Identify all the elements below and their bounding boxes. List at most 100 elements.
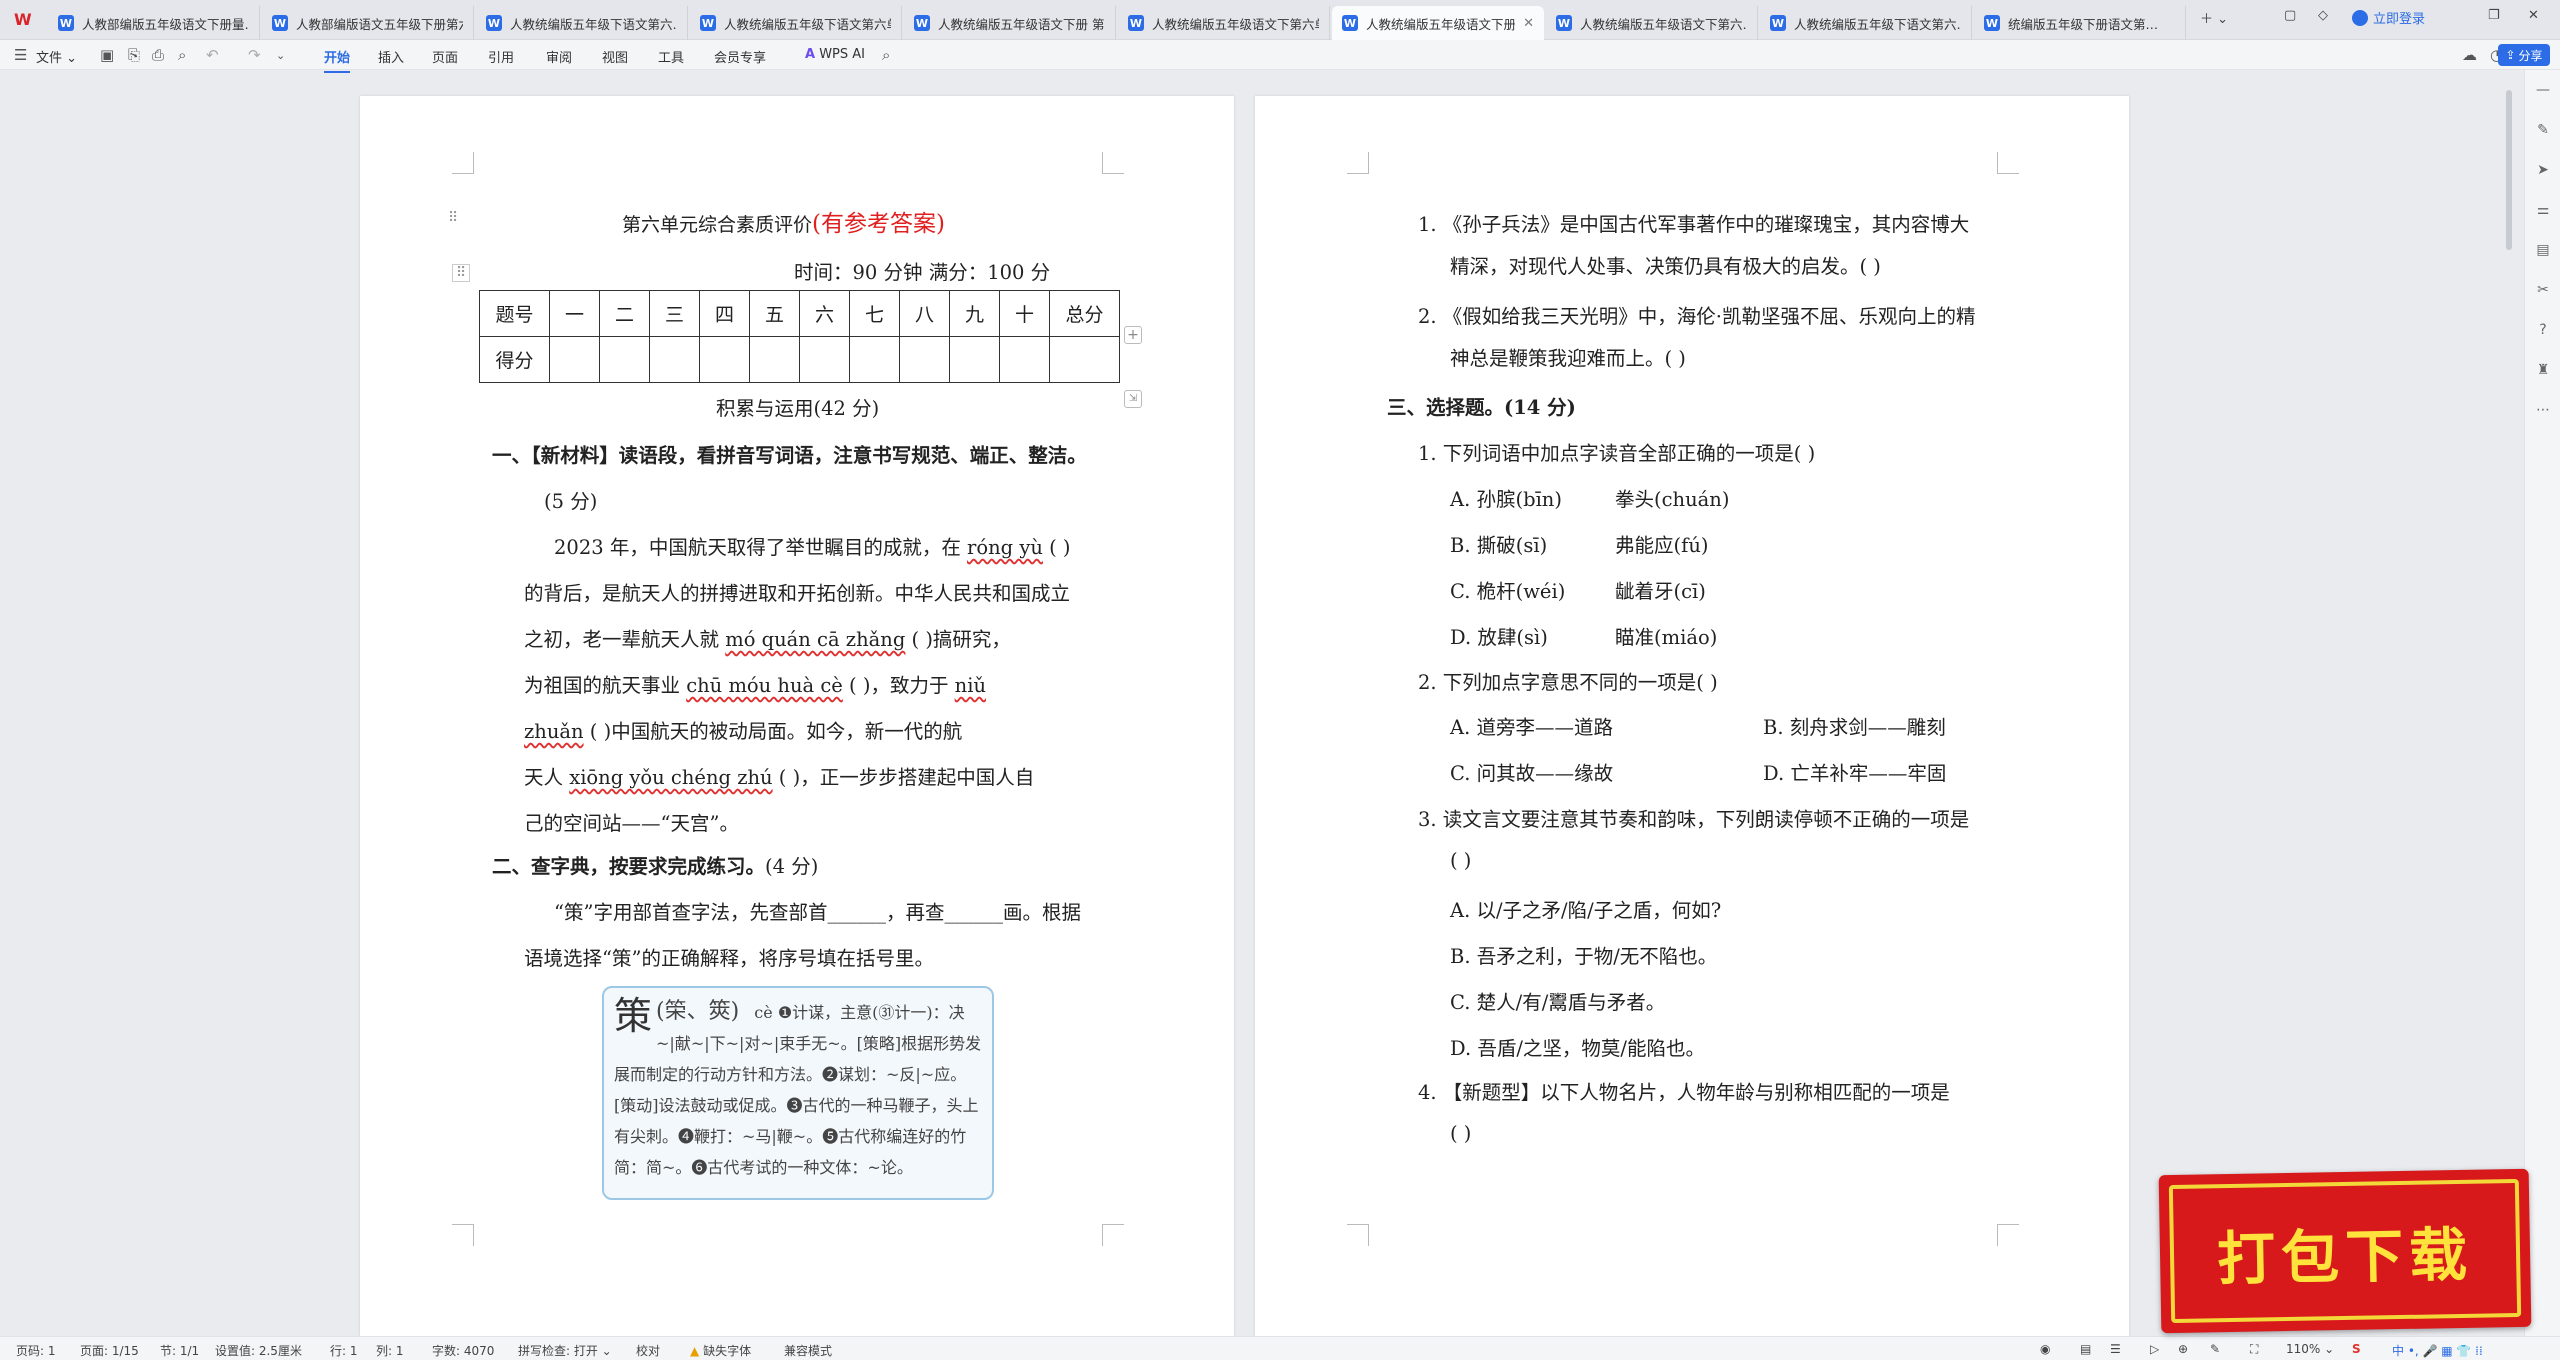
status-page-code[interactable]: 页码: 1 [16, 1342, 56, 1359]
search-icon[interactable]: ⌕ [882, 46, 890, 64]
status-proofread[interactable]: 校对 [636, 1342, 660, 1359]
score-cell[interactable] [649, 336, 700, 383]
tab-label: 人教统编版五年级语文下册 第6… [938, 16, 1105, 32]
page-view-icon[interactable]: ▤ [2080, 1342, 2091, 1356]
pinyin-prompt: niǔ [954, 674, 987, 697]
image-icon[interactable]: ▤ [2534, 242, 2552, 260]
print-preview-icon[interactable]: ⌕ [178, 46, 186, 64]
adjust-icon[interactable]: ⚌ [2534, 202, 2552, 220]
score-cell[interactable] [849, 336, 900, 383]
document-tab[interactable]: W 统编版五年级下册语文第… [1974, 6, 2186, 40]
menu-tab[interactable]: 视图 [602, 47, 628, 66]
add-column-icon[interactable]: + [1124, 326, 1142, 344]
export-pdf-icon[interactable]: ⎘ [128, 46, 140, 64]
score-table-header-cell: 三 [649, 290, 700, 337]
close-window-icon[interactable]: ✕ [2528, 8, 2539, 23]
outline-view-icon[interactable]: ☰ [2110, 1342, 2121, 1356]
share-button[interactable]: ⇪ 分享 [2498, 44, 2550, 66]
zoom-level[interactable]: 110% ⌄ [2286, 1342, 2334, 1356]
score-cell[interactable] [949, 336, 1000, 383]
drag-handle-icon[interactable]: ⠿ [448, 210, 458, 226]
document-tab[interactable]: W 人教统编版五年级下语文第六单… [690, 6, 902, 40]
write-mode-icon[interactable]: ✎ [2210, 1342, 2220, 1356]
close-tab-icon[interactable]: ✕ [1523, 16, 1534, 31]
table-handle-icon[interactable]: ⠿ [452, 264, 471, 282]
play-icon[interactable]: ▷ [2150, 1342, 2159, 1356]
status-page[interactable]: 页面: 1/15 [80, 1342, 139, 1359]
cloud-icon[interactable]: ☁ [2462, 46, 2477, 64]
score-cell[interactable] [549, 336, 600, 383]
q3-2-option: A. 道旁李——道路 [1450, 716, 1613, 739]
wps-ai-button[interactable]: A WPS AI [805, 47, 865, 62]
menu-tab[interactable]: 开始 [324, 47, 351, 73]
print-icon[interactable]: ⎙ [152, 46, 164, 64]
menu-tab[interactable]: 引用 [488, 47, 514, 66]
document-tab[interactable]: W 人教统编版五年级语文下册 第6… [904, 6, 1116, 40]
more-dropdown-icon[interactable]: ⌄ [276, 49, 285, 62]
window-list-icon[interactable]: ▢ [2284, 8, 2296, 23]
document-tab[interactable]: W 人教统编版五年级语文下册第六… ✕ [1332, 6, 1544, 40]
score-table-header-cell: 九 [949, 290, 1000, 337]
menu-icon[interactable]: ☰ [14, 46, 27, 64]
score-cell[interactable] [599, 336, 650, 383]
document-tab[interactable]: W 人教部编版语文五年级下册第六… [262, 6, 474, 40]
status-spellcheck[interactable]: 拼写检查: 打开 ⌄ [518, 1342, 612, 1359]
q3-3-blank: ( ) [1450, 849, 1472, 872]
document-tab[interactable]: W 人教部编版五年级语文下册量… [48, 6, 260, 40]
fit-page-icon[interactable]: ⛶ [2250, 1342, 2258, 1357]
document-tab[interactable]: W 人教统编版五年级语文下第六… [1546, 6, 1758, 40]
login-button[interactable]: 立即登录 [2352, 8, 2425, 27]
input-method-icon[interactable]: S [2352, 1342, 2361, 1356]
menu-tab[interactable]: 审阅 [546, 47, 572, 66]
status-missing-font[interactable]: ▲ 缺失字体 [690, 1342, 751, 1359]
word-doc-icon: W [1128, 15, 1144, 31]
more-icon[interactable]: ⋯ [2534, 402, 2552, 420]
redo-icon[interactable]: ↷ [248, 46, 261, 64]
ime-toolbar[interactable]: 中 •, 🎤 ▦ 👕 ⁞⁞ [2392, 1342, 2483, 1359]
new-tab-button[interactable]: ＋ ⌄ [2200, 8, 2228, 27]
restore-window-icon[interactable]: ❐ [2488, 8, 2500, 23]
score-cell[interactable] [749, 336, 800, 383]
score-cell[interactable] [1049, 336, 1120, 383]
vertical-scrollbar[interactable] [2506, 90, 2512, 250]
pinyin-prompt: chū móu huà cè [686, 674, 843, 697]
select-cursor-icon[interactable]: ➤ [2534, 162, 2552, 180]
edit-pen-icon[interactable]: ✎ [2534, 122, 2552, 140]
download-promo-stamp[interactable]: 打包下载 [2158, 1168, 2532, 1334]
minimize-panel-icon[interactable]: — [2534, 82, 2552, 100]
score-table-header-cell: 题号 [479, 290, 550, 337]
document-tab[interactable]: W 人教统编版五年级下语文第六… [1760, 6, 1972, 40]
tools-icon[interactable]: ✂ [2534, 282, 2552, 300]
status-setting[interactable]: 设置值: 2.5厘米 [215, 1342, 302, 1359]
skin-icon[interactable]: ◇ [2318, 8, 2328, 23]
score-cell[interactable] [699, 336, 750, 383]
passage-text: 2023 年，中国航天取得了举世瞩目的成就，在 [554, 536, 968, 559]
promo-text: 打包下载 [2216, 1220, 2474, 1294]
shirt-icon[interactable]: ♜ [2534, 362, 2552, 380]
menu-tab[interactable]: 工具 [658, 47, 684, 66]
menu-tab[interactable]: 页面 [432, 47, 458, 66]
score-cell[interactable] [999, 336, 1050, 383]
score-cell[interactable] [799, 336, 850, 383]
help-icon[interactable]: ? [2534, 322, 2552, 340]
status-word-count[interactable]: 字数: 4070 [432, 1342, 494, 1359]
save-icon[interactable]: ▣ [100, 46, 114, 64]
web-view-icon[interactable]: ⊕ [2178, 1342, 2188, 1356]
document-tab[interactable]: W 人教统编版五年级下语文第六… [476, 6, 688, 40]
menu-tab[interactable]: 插入 [378, 47, 404, 66]
tab-label: 人教统编版五年级下语文第六单… [724, 16, 891, 32]
document-page-2[interactable]: 1. 《孙子兵法》是中国古代军事著作中的璀璨瑰宝，其内容博大 精深，对现代人处事… [1255, 96, 2129, 1336]
table-resize-icon[interactable]: ⇲ [1124, 390, 1142, 408]
document-tab[interactable]: W 人教统编版五年级语文下第六单… [1118, 6, 1330, 40]
status-section[interactable]: 节: 1/1 [160, 1342, 199, 1359]
margin-marker [1347, 152, 1369, 174]
eye-protect-icon[interactable]: ◉ [2040, 1342, 2050, 1356]
q2-heading: 二、查字典，按要求完成练习。(4 分) [492, 855, 819, 878]
menu-tab[interactable]: 会员专享 [714, 47, 766, 66]
file-menu[interactable]: 文件 ⌄ [36, 47, 77, 66]
score-cell[interactable] [899, 336, 950, 383]
document-page-1[interactable]: ⠿ 第六单元综合素质评价(有参考答案) ⠿ 时间：90 分钟 满分：100 分 … [360, 96, 1234, 1336]
time-info: 时间：90 分钟 满分：100 分 [794, 261, 1051, 284]
undo-icon[interactable]: ↶ [206, 46, 219, 64]
wps-logo-icon[interactable]: W [14, 10, 34, 30]
